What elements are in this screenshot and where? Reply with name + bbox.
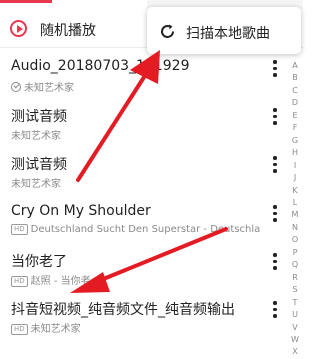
more-options-icon[interactable]	[272, 60, 278, 80]
play-circle-icon	[10, 20, 27, 37]
more-options-icon[interactable]	[272, 108, 278, 128]
song-row[interactable]: 抖音短视频_纯音频文件_纯音频输出 HD 未知艺术家	[0, 299, 285, 347]
song-title: 测试音频	[11, 157, 67, 173]
song-subtitle: HD 未知艺术家	[11, 320, 81, 335]
song-title: 测试音频	[11, 109, 67, 125]
song-row[interactable]: Cry On My Shoulder HD Deutschland Sucht D…	[0, 203, 285, 251]
song-title: Audio_20180703_191929	[11, 58, 190, 74]
alphabet-index[interactable]: ABCDEFGHIJKLMNOPQRSTUVWX	[288, 60, 302, 359]
refresh-icon	[161, 24, 174, 38]
song-artist: Deutschland Sucht Den Superstar - Deutsc…	[30, 224, 261, 235]
popup-menu: 扫描本地歌曲	[147, 7, 301, 54]
alphabet-index-letter[interactable]: E	[288, 110, 302, 122]
alphabet-index-letter[interactable]: I	[288, 160, 302, 172]
song-row[interactable]: 当你老了 HD 赵照 - 当你老	[0, 251, 285, 299]
alphabet-index-letter[interactable]: A	[288, 60, 302, 72]
alphabet-index-letter[interactable]: M	[288, 209, 302, 221]
song-subtitle: 未知艺术家	[11, 79, 74, 94]
alphabet-index-letter[interactable]: F	[288, 122, 302, 134]
shuffle-play-label: 随机播放	[40, 23, 96, 39]
alphabet-index-letter[interactable]: V	[288, 322, 302, 334]
hd-badge: HD	[11, 276, 28, 287]
scan-local-songs-label: 扫描本地歌曲	[186, 26, 270, 42]
alphabet-index-letter[interactable]: W	[288, 334, 302, 346]
song-title: 抖音短视频_纯音频文件_纯音频输出	[11, 302, 235, 318]
alphabet-index-letter[interactable]: L	[288, 197, 302, 209]
song-artist: 未知艺术家	[24, 83, 74, 94]
alphabet-index-letter[interactable]: O	[288, 234, 302, 246]
more-options-icon[interactable]	[272, 253, 278, 273]
alphabet-index-letter[interactable]: R	[288, 272, 302, 284]
alphabet-index-letter[interactable]: T	[288, 297, 302, 309]
song-row[interactable]: 测试音频 未知艺术家	[0, 154, 285, 202]
song-subtitle: 未知艺术家	[11, 127, 61, 142]
song-row[interactable]: 测试音频 未知艺术家	[0, 106, 285, 154]
alphabet-index-letter[interactable]: X	[288, 346, 302, 358]
alphabet-index-letter[interactable]: G	[288, 135, 302, 147]
check-icon	[11, 82, 21, 92]
song-artist: 未知艺术家	[30, 324, 81, 335]
alphabet-index-letter[interactable]: Q	[288, 259, 302, 271]
alphabet-index-letter[interactable]: U	[288, 309, 302, 321]
song-title: 当你老了	[11, 254, 67, 270]
song-subtitle: HD 赵照 - 当你老	[11, 272, 91, 287]
more-options-icon[interactable]	[272, 205, 278, 225]
alphabet-index-letter[interactable]: K	[288, 185, 302, 197]
tab-indicator	[0, 0, 52, 3]
alphabet-index-letter[interactable]: P	[288, 247, 302, 259]
song-row[interactable]: Audio_20180703_191929 未知艺术家	[0, 58, 285, 106]
song-subtitle: 未知艺术家	[11, 175, 61, 190]
song-subtitle: HD Deutschland Sucht Den Superstar - Deut…	[11, 224, 260, 235]
more-options-icon[interactable]	[272, 156, 278, 176]
song-artist: 赵照 - 当你老	[30, 276, 91, 287]
alphabet-index-letter[interactable]: S	[288, 284, 302, 296]
hd-badge: HD	[11, 224, 28, 235]
song-artist: 未知艺术家	[11, 179, 61, 190]
song-title: Cry On My Shoulder	[11, 203, 151, 219]
alphabet-index-letter[interactable]: C	[288, 85, 302, 97]
more-options-icon[interactable]	[272, 301, 278, 321]
alphabet-index-letter[interactable]: N	[288, 222, 302, 234]
alphabet-index-letter[interactable]: H	[288, 147, 302, 159]
alphabet-index-letter[interactable]: D	[288, 97, 302, 109]
hd-badge: HD	[11, 324, 28, 335]
song-artist: 未知艺术家	[11, 131, 61, 142]
alphabet-index-letter[interactable]: J	[288, 172, 302, 184]
alphabet-index-letter[interactable]: B	[288, 72, 302, 84]
